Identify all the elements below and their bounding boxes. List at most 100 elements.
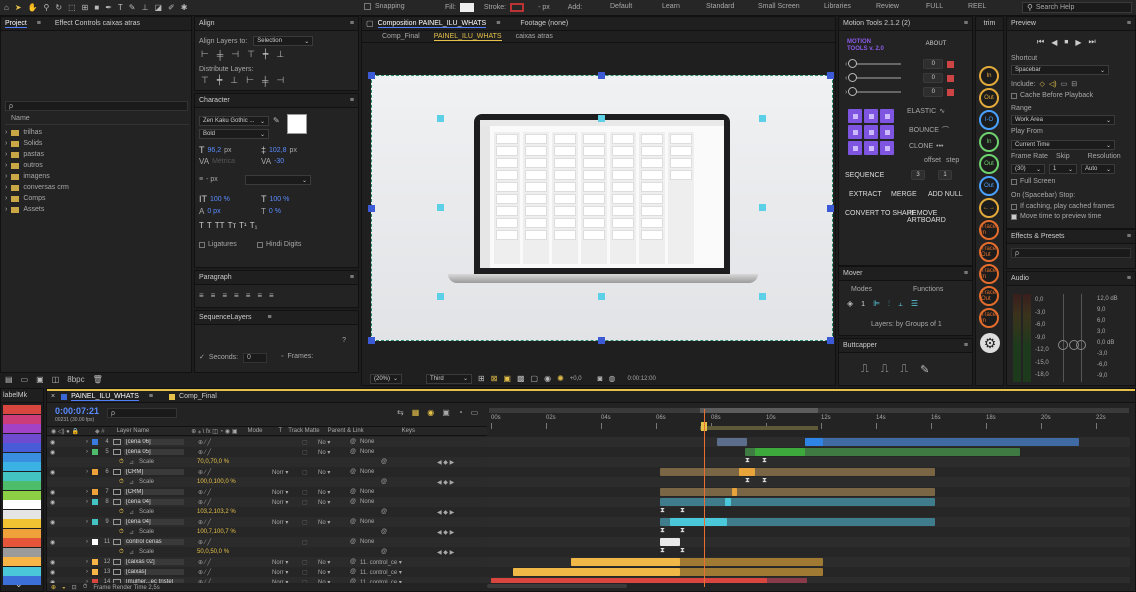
justify-left-icon[interactable]: ≡ — [234, 291, 239, 300]
stroke-width-field[interactable]: ≡ - px — [199, 176, 218, 183]
chevron-right-icon[interactable]: › — [5, 173, 7, 180]
slider-knob[interactable] — [848, 59, 858, 68]
stroke-swatch[interactable] — [510, 3, 525, 12]
property-row[interactable]: ⏱ ⊿ Scale 50,0,50,0 % @ ◀ ◆ ▶ — [47, 547, 487, 557]
property-value[interactable]: 100,7,100,7 % — [197, 529, 277, 535]
transform-handle[interactable] — [598, 72, 605, 79]
menu-icon[interactable]: ≡ — [1127, 233, 1131, 240]
anchor-point-button[interactable] — [864, 125, 878, 139]
extract-button[interactable]: EXTRACT — [849, 191, 882, 198]
hand-tool-icon[interactable]: ✋ — [28, 3, 38, 12]
keyframe-nav[interactable]: ◀ ◆ ▶ — [437, 479, 454, 486]
group-count[interactable]: 1 — [861, 301, 865, 308]
stack-func-icon[interactable]: ☰ — [911, 300, 918, 308]
resolution-select[interactable]: Third ⌄ — [426, 373, 472, 384]
blend-mode-select[interactable]: Norr ▾ — [272, 559, 298, 566]
property-row[interactable]: ⏱ ⊿ Scale 100,0,100,0 % @ ◀ ◆ ▶ — [47, 477, 487, 487]
align-vcenter-icon[interactable]: ┿ — [263, 49, 268, 60]
eyedropper-icon[interactable]: ✎ — [273, 117, 280, 125]
color-depth-icon[interactable]: 8bpc — [67, 376, 84, 384]
justify-center-icon[interactable]: ≡ — [246, 291, 251, 300]
last-frame-icon[interactable]: ⏭ — [1089, 37, 1096, 47]
stroke-width[interactable]: - px — [538, 4, 550, 11]
preserve-transparency[interactable]: ▢ — [302, 569, 312, 576]
workspace-small-screen[interactable]: Small Screen — [758, 3, 824, 10]
menu-icon[interactable]: ≡ — [350, 274, 354, 281]
align-left-icon[interactable]: ⊢ — [201, 49, 209, 60]
keyframe-icon[interactable]: ⧗ — [762, 457, 767, 465]
slider-track[interactable] — [848, 87, 902, 96]
blend-mode-select[interactable]: Norr ▾ — [272, 579, 298, 584]
pickwhip-icon[interactable]: @ — [350, 499, 360, 505]
layer-name[interactable]: [cena 04] — [124, 499, 184, 505]
dist-left-icon[interactable]: ⊢ — [246, 75, 254, 86]
fader-knob-right[interactable] — [1076, 340, 1086, 350]
parent-select[interactable]: 11. control_ce ▾ — [360, 579, 416, 584]
reset-icon[interactable] — [947, 74, 955, 82]
audio-icon[interactable]: ◁) — [1049, 80, 1057, 88]
keyframe-icon[interactable]: ⧗ — [680, 507, 685, 515]
transform-handle[interactable] — [827, 337, 834, 344]
pickwhip-icon[interactable]: @ — [350, 489, 360, 495]
expression-pickwhip[interactable]: @ — [381, 479, 391, 485]
graph-editor-icon[interactable]: ▭ — [471, 408, 479, 417]
parent-select[interactable]: None — [360, 539, 416, 545]
layer-row[interactable]: ◉ › 11 control cenas ⊕ ⁄ ╱ ▢ @ None — [47, 537, 487, 547]
layer-name[interactable]: [mulher...ec triste] — [124, 579, 184, 583]
keyframe-nav[interactable]: ◀ ◆ ▶ — [437, 509, 454, 516]
property-row[interactable]: ⏱ ⊿ Scale 103,2,103,2 % @ ◀ ◆ ▶ — [47, 507, 487, 517]
eye-icon[interactable]: ◉ — [50, 559, 60, 566]
leading-field[interactable]: ‡ 102,8 px — [261, 145, 297, 155]
keyframe-icon[interactable]: ⧗ — [680, 527, 685, 535]
hscale-field[interactable]: T 100 % — [261, 194, 289, 204]
resolution-select[interactable]: Auto ⌄ — [1081, 164, 1115, 174]
parent-header[interactable]: Parent & Link — [328, 428, 364, 434]
layer-switches[interactable]: ⊕ ⁄ ╱ — [198, 559, 258, 566]
eye-icon[interactable]: ◉ — [50, 579, 60, 584]
reset-icon[interactable] — [947, 88, 955, 96]
preserve-transparency[interactable]: ▢ — [302, 449, 312, 456]
step-input[interactable]: 1 — [938, 170, 952, 180]
trim-button[interactable]: In — [979, 132, 999, 152]
layer-row[interactable]: ◉ › 4 [cena 06] ⊕ ⁄ ╱ ▢ No ▾ @ None — [47, 437, 487, 447]
work-area-range[interactable] — [700, 408, 818, 413]
show-snapshot-icon[interactable]: ◍ — [608, 374, 615, 383]
stopwatch-icon[interactable]: ⏱ — [119, 479, 129, 486]
eraser-tool-icon[interactable]: ◪ — [154, 3, 162, 12]
clone-button[interactable]: CLONE ••• — [909, 143, 943, 150]
align-top-icon[interactable]: ⊤ — [247, 49, 255, 60]
project-folder-item[interactable]: › conversas crm — [3, 182, 189, 193]
label-color[interactable] — [92, 499, 98, 505]
layer-name-header[interactable]: Layer Name — [117, 428, 150, 434]
layer-duration-bar[interactable] — [755, 448, 805, 456]
fill-swatch[interactable] — [459, 3, 474, 12]
label-color[interactable] — [92, 559, 98, 565]
layer-name[interactable]: [CRM] — [124, 489, 184, 495]
preserve-transparency[interactable]: ▢ — [302, 559, 312, 566]
layer-duration-bar[interactable] — [660, 538, 680, 546]
track-matte-select[interactable]: No ▾ — [318, 489, 342, 496]
prev-frame-icon[interactable]: ◀ — [1051, 38, 1057, 47]
parent-select[interactable]: None — [360, 439, 416, 445]
track-matte-select[interactable]: No ▾ — [318, 439, 342, 446]
label-color-swatch[interactable] — [3, 538, 41, 547]
eye-icon[interactable]: ◉ — [50, 469, 60, 476]
exposure-value[interactable]: +0,0 — [570, 376, 582, 382]
cache-before-checkbox[interactable]: Cache Before Playback — [1011, 92, 1093, 99]
toggle-in-out-icon[interactable]: ⊡ — [72, 584, 77, 591]
parent-select[interactable]: None — [360, 519, 416, 525]
eye-icon[interactable]: ◉ — [50, 569, 60, 576]
eye-icon[interactable]: ◉ — [50, 449, 60, 456]
parent-select[interactable]: None — [360, 469, 416, 475]
layer-duration-bar[interactable] — [513, 568, 680, 576]
anchor-point-button[interactable] — [880, 109, 894, 123]
pan-behind-icon[interactable]: ⊞ — [82, 3, 89, 12]
next-frame-icon[interactable]: ▶ — [1075, 38, 1081, 47]
label-color-swatch[interactable] — [3, 405, 41, 414]
add-null-button[interactable]: ADD NULL — [928, 191, 963, 198]
round-cap-icon[interactable]: ⎍ — [881, 363, 889, 376]
tracking-field[interactable]: VA -30 — [261, 157, 284, 166]
label-color[interactable] — [92, 519, 98, 525]
preserve-transparency[interactable]: ▢ — [302, 499, 312, 506]
superscript-icon[interactable]: T¹ — [239, 221, 247, 230]
